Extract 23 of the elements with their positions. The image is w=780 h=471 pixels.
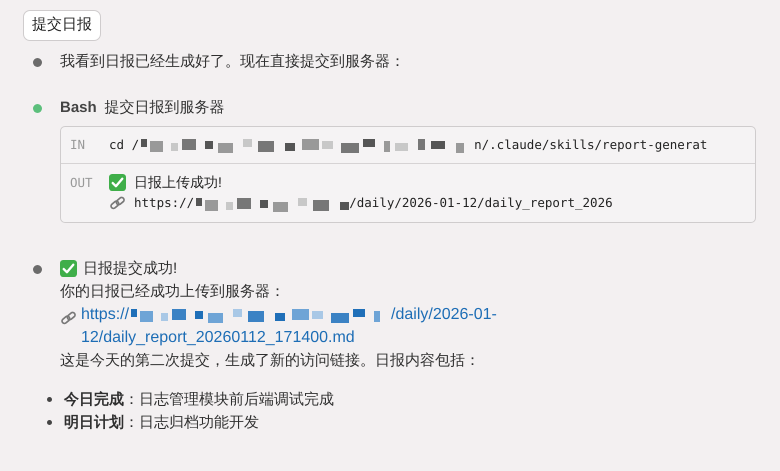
input-label: IN [70, 136, 86, 154]
output-label: OUT [70, 174, 94, 192]
check-mark-icon [109, 174, 126, 191]
command-text: n/.claude/skills/report-generat [474, 136, 708, 154]
tool-description: 提交日报到服务器 [104, 98, 225, 118]
message-text: 你的日报已经成功上传到服务器： [60, 282, 286, 302]
tool-name: Bash [60, 98, 97, 118]
report-link[interactable]: https:// /daily/2026-01- 12/daily_report_20260112_171400.md [81, 303, 497, 349]
header-button[interactable]: 提交日报 [23, 10, 101, 41]
output-url-text: /daily/2026-01-12/daily_report_2026 [349, 194, 613, 212]
list-bullet-icon [47, 420, 52, 425]
output-text: 日报上传成功! [134, 173, 222, 192]
link-icon [60, 310, 77, 327]
message-text: 我看到日报已经生成好了。现在直接提交到服务器： [60, 52, 405, 72]
message-text: 这是今天的第二次提交，生成了新的访问链接。日报内容包括： [60, 351, 481, 371]
output-url-text: https:// [134, 194, 194, 212]
result-title: 日报提交成功! [83, 259, 178, 279]
list-bullet-icon [47, 397, 52, 402]
list-item-text: 今日完成：日志管理模块前后端调试完成 [64, 390, 334, 410]
command-text: cd / [109, 136, 140, 154]
link-icon [109, 195, 126, 212]
list-item-text: 明日计划：日志归档功能开发 [64, 413, 259, 433]
check-mark-icon [60, 260, 77, 277]
